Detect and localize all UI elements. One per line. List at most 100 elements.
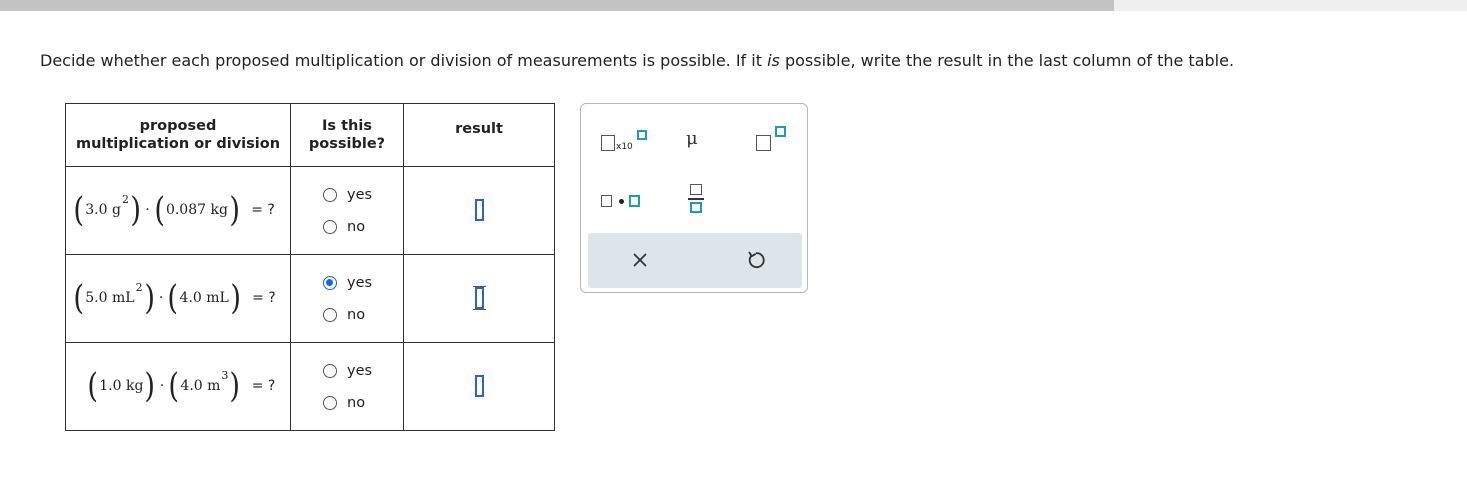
left-number: 3.0 [85,202,108,218]
right-exponent: 3 [221,368,229,382]
header-possible-line2: possible? [308,136,386,152]
close-paren-glyph: ) [230,278,241,318]
right-unit: mL [206,290,229,306]
close-paren-glyph: ) [229,190,240,230]
equals-question: = ? [252,290,276,306]
exponent-box-icon [637,130,647,140]
instruction-part2: possible, write the result in the last c… [779,51,1235,70]
radio-label: no [347,394,366,411]
open-paren-glyph: ( [73,278,84,318]
right-box-icon [629,195,640,207]
open-paren-glyph: ( [153,190,165,230]
close-icon [633,253,647,267]
left-box-icon [601,195,612,207]
radio-button[interactable] [323,307,337,322]
expression-cell: ( 3.0 g2 ) · ( 0.087 kg ) = ? [65,166,291,255]
open-paren-glyph: ( [168,366,180,406]
right-number: 4.0 [180,378,203,394]
left-unit: kg [125,378,144,394]
left-number: 1.0 [99,378,122,394]
result-cell [403,342,555,431]
equals-question: = ? [251,202,275,218]
expression-cell: ( 1.0 kg ) · ( 4.0 m3 ) = ? [65,342,291,431]
table-row: ( 1.0 kg ) · ( 4.0 m3 ) = ? yes no [65,342,555,431]
radio-label: yes [347,274,373,291]
radio-option-no[interactable]: no [323,387,403,419]
superscript-key[interactable] [756,126,790,152]
clear-key[interactable] [630,250,650,270]
radio-option-yes[interactable]: yes [323,355,403,387]
multiply-operator: · [158,290,164,306]
radio-option-yes[interactable]: yes [323,267,403,299]
multiply-operator: · [159,378,165,394]
measurement-table: proposed multiplication or division Is t… [65,103,555,431]
multiply-operator: · [145,202,150,218]
header-proposed-line2: multiplication or division [75,136,281,152]
result-cell [403,254,555,343]
instruction-part1: Decide whether each proposed multiplicat… [40,51,768,70]
math-keypad: x10 μ [580,103,808,293]
radio-label: no [347,306,366,323]
radio-option-yes[interactable]: yes [323,179,403,211]
radio-label: yes [347,362,373,379]
dot-icon [619,199,624,204]
left-unit: mL [111,290,135,306]
x10-label: x10 [616,142,633,152]
open-paren-glyph: ( [167,278,179,318]
header-possible: Is this possible? [290,103,404,167]
superscript-box-icon [775,126,786,137]
header-result-label: result [455,121,503,137]
close-paren-glyph: ) [229,366,241,406]
left-number: 5.0 [85,290,108,306]
radio-button[interactable] [323,187,337,202]
answer-input[interactable] [474,199,484,221]
table-row: ( 3.0 g2 ) · ( 0.087 kg ) = ? yes no [65,166,555,255]
open-paren-glyph: ( [73,190,84,230]
left-exponent: 2 [135,280,143,294]
radio-button[interactable] [323,395,337,410]
expression-cell: ( 5.0 mL 2 ) · ( 4.0 mL ) = ? [65,254,291,343]
radio-button[interactable] [323,363,337,378]
radio-button[interactable] [323,219,337,234]
possible-cell: yes no [290,166,404,255]
numerator-box-icon [690,184,702,195]
possible-cell: yes no [290,342,404,431]
right-number: 0.087 [165,202,207,218]
expression: ( 1.0 kg ) · ( 4.0 m3 ) = ? [86,366,276,406]
result-cell [403,166,555,255]
micro-key[interactable]: μ [686,128,706,152]
undo-icon [748,251,765,268]
header-proposed-line1: proposed [139,118,217,134]
table-header-row: proposed multiplication or division Is t… [65,103,555,167]
radio-button-selected[interactable] [323,275,337,290]
right-unit: m [207,378,221,394]
radio-option-no[interactable]: no [323,299,403,331]
answer-input[interactable] [474,375,484,397]
table-row: ( 5.0 mL 2 ) · ( 4.0 mL ) = ? yes no [65,254,555,343]
expression: ( 3.0 g2 ) · ( 0.087 kg ) = ? [72,190,275,230]
fraction-bar-icon [688,198,704,200]
scientific-notation-key[interactable]: x10 [601,130,647,156]
possible-cell: yes no [290,254,404,343]
header-proposed: proposed multiplication or division [65,103,291,167]
radio-label: no [347,218,366,235]
right-number: 4.0 [179,290,202,306]
radio-label: yes [347,186,373,203]
progress-bar [0,0,1467,11]
denominator-box-icon [690,202,702,213]
base-box-icon [601,135,615,151]
answer-input-focused[interactable] [472,286,486,310]
close-paren-glyph: ) [143,278,155,318]
right-unit: kg [210,202,228,218]
multiply-dot-key[interactable] [601,192,643,210]
left-unit: g [111,202,121,218]
keypad-action-bar [588,233,802,288]
header-result: result [403,103,555,167]
undo-key[interactable] [745,249,767,271]
mu-symbol: μ [686,128,698,149]
equals-question: = ? [251,378,276,394]
fraction-key[interactable] [688,184,706,216]
radio-option-no[interactable]: no [323,211,403,243]
expression: ( 5.0 mL 2 ) · ( 4.0 mL ) = ? [72,278,276,318]
open-paren-glyph: ( [87,366,98,406]
